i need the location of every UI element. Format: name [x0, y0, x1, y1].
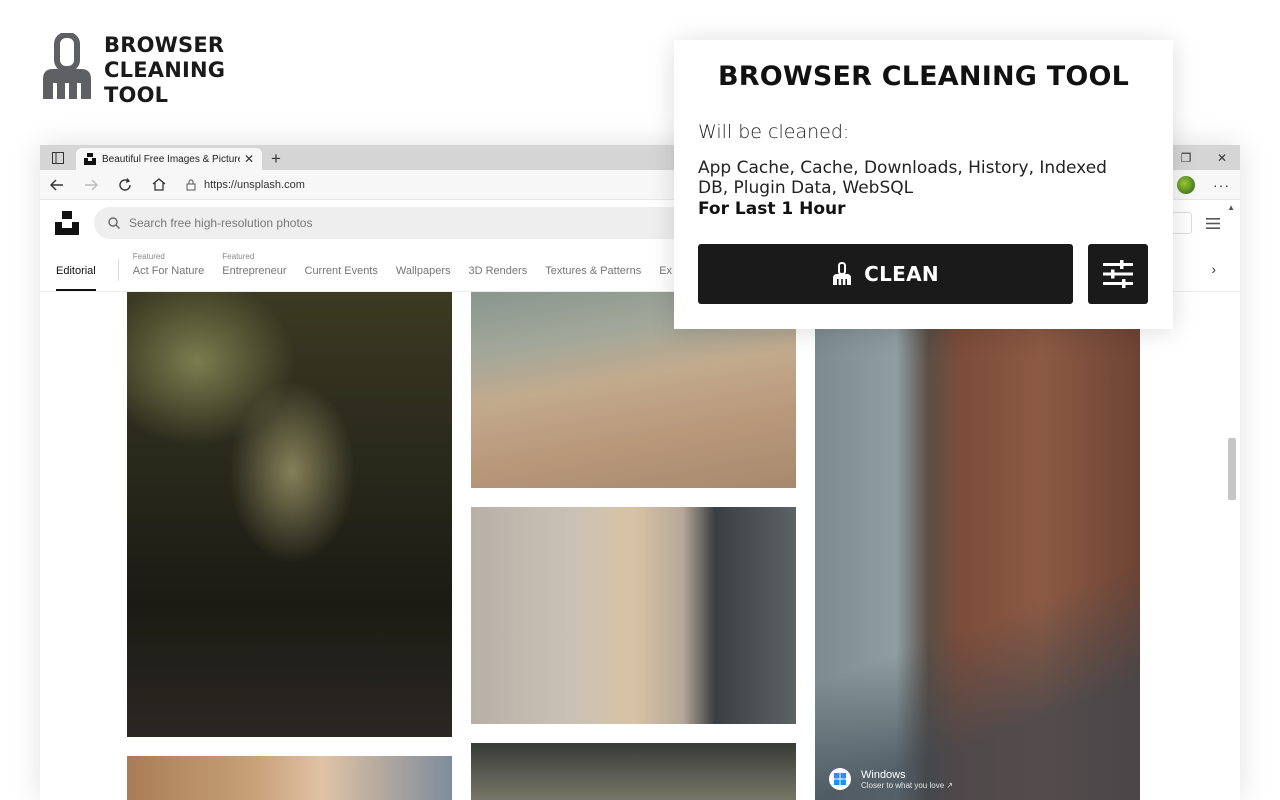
nav-label: Current Events: [304, 265, 378, 277]
nav-label: Textures & Patterns: [545, 265, 642, 277]
home-icon[interactable]: [142, 170, 176, 200]
new-tab-button[interactable]: +: [262, 148, 290, 170]
cleaner-popup: BROWSER CLEANING TOOL Will be cleaned: A…: [674, 40, 1173, 329]
featured-tag: Featured: [132, 252, 165, 261]
photo-man-reading[interactable]: Windows Closer to what you love ↗: [815, 328, 1140, 800]
tab-close-icon[interactable]: ✕: [244, 152, 254, 166]
photo-child[interactable]: [127, 756, 452, 800]
nav-item-textures-patterns[interactable]: Textures & Patterns: [545, 265, 641, 291]
search-placeholder: Search free high-resolution photos: [129, 216, 313, 230]
nav-label: Ex: [659, 265, 673, 277]
settings-button[interactable]: [1088, 244, 1148, 304]
windows-logo-icon: [829, 768, 851, 790]
tab-actions-icon[interactable]: [40, 145, 76, 170]
url-text: https://unsplash.com: [204, 178, 305, 191]
url-field[interactable]: https://unsplash.com: [186, 179, 305, 191]
search-icon: [108, 217, 120, 229]
browser-tab[interactable]: Beautiful Free Images & Pictures ✕: [76, 148, 262, 170]
restore-icon[interactable]: ❐: [1168, 145, 1204, 170]
cleaned-items-list: App Cache, Cache, Downloads, History, In…: [698, 158, 1107, 198]
nav-item-editorial[interactable]: Editorial: [56, 265, 96, 291]
nav-label: Editorial: [56, 265, 96, 277]
nav-item-current-events[interactable]: Current Events: [305, 265, 378, 291]
chevron-right-icon[interactable]: ›: [1211, 261, 1216, 277]
scroll-up-icon[interactable]: ▲: [1227, 203, 1235, 212]
tab-title: Beautiful Free Images & Pictures: [102, 153, 240, 165]
unsplash-logo-icon[interactable]: [54, 210, 80, 236]
scroll-thumb[interactable]: [1228, 438, 1236, 500]
clean-button[interactable]: CLEAN: [698, 244, 1073, 304]
close-window-icon[interactable]: ✕: [1204, 145, 1240, 170]
nav-item-act-for-nature[interactable]: Featured Act For Nature: [132, 252, 205, 291]
address-bar-right: ···: [1177, 170, 1230, 200]
nav-label: 3D Renders: [468, 265, 528, 277]
sliders-icon: [1103, 260, 1133, 288]
ad-tagline: Closer to what you love ↗: [861, 780, 954, 790]
more-options-icon[interactable]: ···: [1213, 177, 1230, 193]
search-input[interactable]: Search free high-resolution photos: [94, 207, 694, 239]
ad-text: Windows Closer to what you love ↗: [861, 769, 953, 790]
header-right: [1172, 212, 1220, 234]
lock-icon: [186, 179, 196, 190]
sponsored-badge[interactable]: Windows Closer to what you love ↗: [829, 768, 953, 790]
nav-divider: [117, 259, 119, 281]
nav-item-entrepreneur[interactable]: Featured Entrepreneur: [222, 252, 287, 291]
ad-name: Windows: [861, 768, 906, 781]
header-button[interactable]: [1172, 212, 1192, 234]
reload-icon[interactable]: [108, 170, 142, 200]
forward-icon[interactable]: [74, 170, 108, 200]
photo-guitarist[interactable]: [127, 292, 452, 737]
unsplash-favicon-icon: [84, 153, 96, 165]
nav-item-3d-renders[interactable]: 3D Renders: [469, 265, 528, 291]
time-period: For Last 1 Hour: [698, 199, 846, 219]
nav-item-experimental[interactable]: Ex: [659, 265, 672, 291]
window-controls: ❐ ✕: [1168, 145, 1240, 170]
popup-title: BROWSER CLEANING TOOL: [717, 61, 1130, 92]
brand-name: BROWSER CLEANING TOOL: [104, 33, 225, 108]
nav-label: Act For Nature: [132, 265, 205, 277]
broom-icon: [833, 262, 852, 285]
brand-line: CLEANING: [104, 58, 226, 82]
photo-forest[interactable]: [471, 743, 796, 800]
page-scrollbar[interactable]: ▲: [1227, 200, 1238, 800]
nav-label: Wallpapers: [395, 265, 451, 277]
hamburger-menu-icon[interactable]: [1206, 217, 1220, 229]
broom-icon: [43, 33, 91, 99]
back-icon[interactable]: [40, 170, 74, 200]
brand-line: TOOL: [104, 83, 169, 107]
clean-label: CLEAN: [864, 262, 939, 286]
brand-line: BROWSER: [104, 33, 225, 57]
will-be-cleaned-label: Will be cleaned:: [698, 121, 850, 143]
profile-avatar[interactable]: [1177, 176, 1195, 194]
featured-tag: Featured: [222, 252, 255, 261]
brand-logo: BROWSER CLEANING TOOL: [40, 33, 225, 108]
nav-label: Entrepreneur: [222, 265, 287, 277]
nav-item-wallpapers[interactable]: Wallpapers: [396, 265, 451, 291]
photo-desk-setup[interactable]: [471, 507, 796, 724]
